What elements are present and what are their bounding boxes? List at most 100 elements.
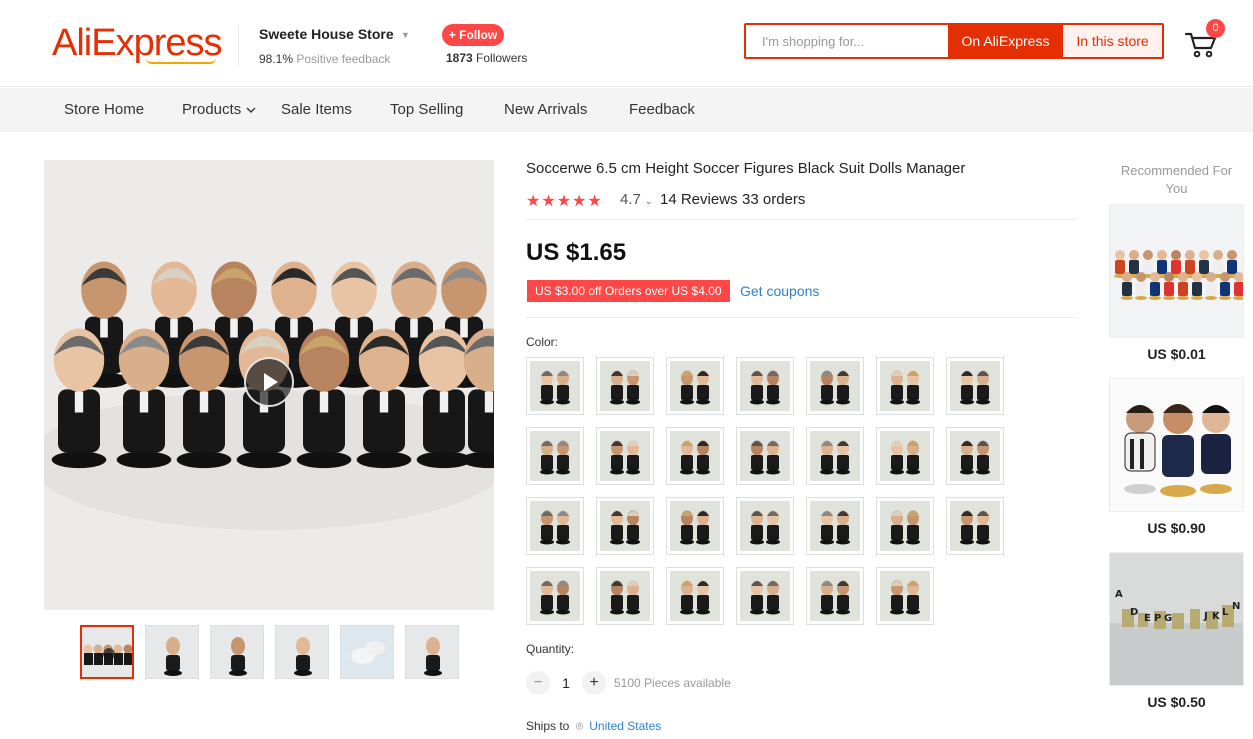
color-swatch[interactable]	[596, 357, 654, 415]
figure	[356, 328, 412, 469]
swatch-thumbnail	[600, 501, 650, 551]
svg-text:N: N	[1232, 601, 1240, 612]
play-icon	[264, 373, 278, 391]
swatch-figures-image	[540, 370, 570, 405]
thumbnail-image	[341, 626, 393, 678]
nav-sale-items[interactable]: Sale Items	[281, 88, 352, 132]
color-swatch[interactable]	[806, 497, 864, 555]
thumbnail[interactable]	[340, 625, 394, 679]
color-swatch[interactable]	[736, 497, 794, 555]
color-label: Color:	[526, 335, 559, 349]
nav-store-home[interactable]: Store Home	[64, 88, 144, 132]
swatch-figures-image	[820, 440, 850, 475]
reviews-link[interactable]: 14 Reviews	[660, 191, 738, 208]
ships-to: Ships to ⌾ United States	[526, 719, 661, 734]
figure	[116, 328, 172, 469]
swatch-thumbnail	[530, 431, 580, 481]
color-swatch[interactable]	[806, 567, 864, 625]
swatch-thumbnail	[740, 571, 790, 621]
ships-to-label: Ships to	[526, 719, 570, 733]
swatch-figures-image	[680, 370, 710, 405]
product-price: US $1.65	[526, 239, 627, 266]
nav-new-arrivals[interactable]: New Arrivals	[504, 88, 587, 132]
thumbnail[interactable]	[405, 625, 459, 679]
thumbnail[interactable]	[145, 625, 199, 679]
svg-text:L: L	[1222, 607, 1229, 618]
color-swatch[interactable]	[596, 497, 654, 555]
color-swatch[interactable]	[666, 567, 724, 625]
swatch-thumbnail	[880, 431, 930, 481]
swatch-thumbnail	[880, 501, 930, 551]
swatch-thumbnail	[810, 501, 860, 551]
rating-value[interactable]: 4.7 ⌄	[620, 191, 653, 208]
ships-to-country[interactable]: United States	[589, 719, 661, 733]
logo-smile	[146, 58, 216, 64]
followers-label: Followers	[476, 51, 528, 65]
color-swatch[interactable]	[596, 567, 654, 625]
swatch-thumbnail	[600, 361, 650, 411]
color-swatch[interactable]	[736, 357, 794, 415]
color-swatch[interactable]	[946, 357, 1004, 415]
quantity-decrease-button[interactable]: −	[526, 671, 550, 695]
color-swatch[interactable]	[666, 497, 724, 555]
quantity-increase-button[interactable]: +	[582, 671, 606, 695]
play-video-button[interactable]	[244, 357, 294, 407]
thumbnail[interactable]	[210, 625, 264, 679]
site-header: AliExpress Sweete House Store ▼ 98.1% Po…	[0, 0, 1253, 87]
nav-products-label: Products	[182, 101, 242, 118]
recommended-item-image[interactable]	[1109, 204, 1244, 338]
color-swatch[interactable]	[526, 567, 584, 625]
search-aliexpress-button[interactable]: On AliExpress	[948, 25, 1063, 57]
color-swatch[interactable]	[876, 497, 934, 555]
get-coupons-link[interactable]: Get coupons	[740, 283, 819, 299]
search-store-button[interactable]: In this store	[1063, 25, 1162, 57]
swatch-figures-image	[610, 440, 640, 475]
nav-products[interactable]: Products	[182, 88, 256, 132]
color-swatch[interactable]	[526, 497, 584, 555]
chevron-down-icon[interactable]: ▼	[401, 30, 410, 40]
nav-top-selling[interactable]: Top Selling	[390, 88, 463, 132]
color-swatch[interactable]	[526, 427, 584, 485]
color-swatch[interactable]	[736, 427, 794, 485]
swatch-figures-image	[890, 370, 920, 405]
swatch-thumbnail	[670, 431, 720, 481]
swatch-thumbnail	[810, 571, 860, 621]
recommended-item-image[interactable]	[1109, 378, 1244, 512]
thumbnail[interactable]	[275, 625, 329, 679]
swatch-figures-image	[680, 580, 710, 615]
recommended-item-price[interactable]: US $0.90	[1109, 520, 1244, 536]
pieces-available: 5100 Pieces available	[614, 676, 731, 690]
color-swatch[interactable]	[876, 567, 934, 625]
swatch-thumbnail	[600, 431, 650, 481]
color-swatch[interactable]	[876, 357, 934, 415]
recommended-item-image[interactable]: ADE PG J KLN	[1109, 552, 1244, 686]
color-swatch[interactable]	[876, 427, 934, 485]
color-swatch[interactable]	[806, 427, 864, 485]
swatch-figures-image	[540, 580, 570, 615]
header-divider	[238, 26, 239, 66]
swatch-figures-image	[610, 580, 640, 615]
color-swatch[interactable]	[666, 357, 724, 415]
nav-feedback[interactable]: Feedback	[629, 88, 695, 132]
thumbnail-image	[164, 637, 182, 676]
color-swatch[interactable]	[526, 357, 584, 415]
color-swatch[interactable]	[596, 427, 654, 485]
search-input[interactable]	[746, 25, 948, 57]
color-swatch[interactable]	[736, 567, 794, 625]
color-swatch[interactable]	[946, 427, 1004, 485]
swatch-thumbnail	[740, 431, 790, 481]
swatch-thumbnail	[530, 571, 580, 621]
swatch-thumbnail	[740, 361, 790, 411]
color-swatch[interactable]	[946, 497, 1004, 555]
recommended-item-price[interactable]: US $0.01	[1109, 346, 1244, 362]
swatch-figures-image	[890, 440, 920, 475]
rating-number: 4.7	[620, 191, 641, 208]
quantity-value[interactable]: 1	[559, 675, 573, 691]
color-swatch[interactable]	[666, 427, 724, 485]
recommended-item-price[interactable]: US $0.50	[1109, 694, 1244, 710]
store-name[interactable]: Sweete House Store	[259, 26, 394, 42]
figure	[176, 328, 232, 469]
follow-button[interactable]: + Follow	[442, 24, 504, 46]
color-swatch[interactable]	[806, 357, 864, 415]
thumbnail[interactable]	[80, 625, 134, 679]
